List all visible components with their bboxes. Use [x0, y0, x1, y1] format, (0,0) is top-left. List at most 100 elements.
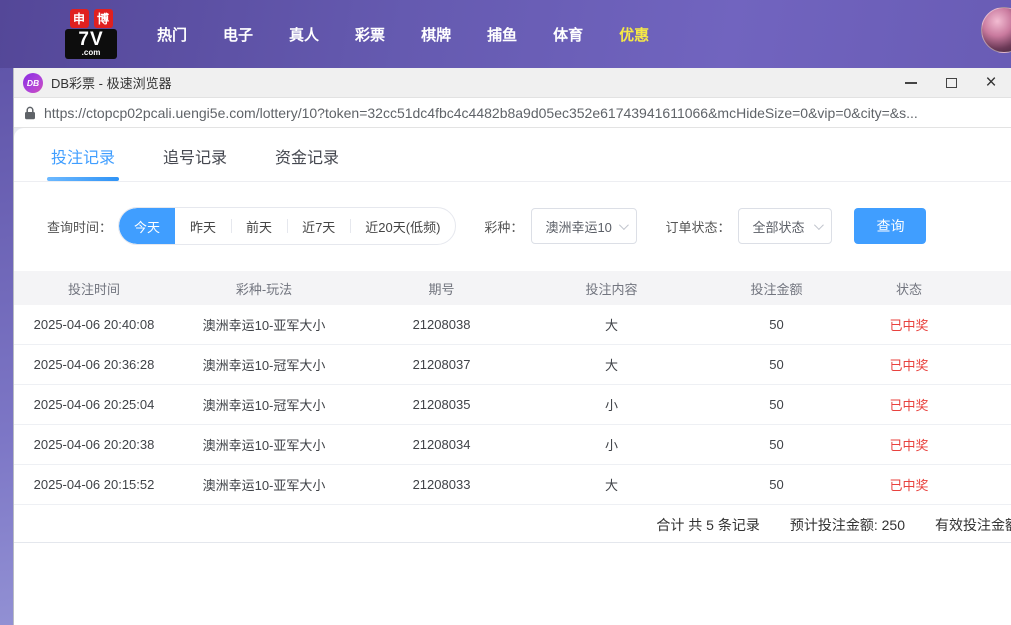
- logo-main-text: 7V: [65, 30, 117, 49]
- close-icon: ×: [985, 73, 996, 92]
- issue-number-cell: 21208035: [354, 397, 529, 412]
- status-cell: 已中奖: [859, 315, 959, 334]
- browser-window: DB DB彩票 - 极速浏览器 × https://ctopcp02pcali.…: [13, 68, 1011, 625]
- game-play-cell: 澳洲幸运10-亚军大小: [174, 435, 354, 454]
- status-cell: 已中奖: [859, 435, 959, 454]
- table-row: 2025-04-06 20:15:52澳洲幸运10-亚军大小21208033大5…: [14, 465, 1011, 505]
- url-text: https://ctopcp02pcali.uengi5e.com/lotter…: [44, 105, 918, 121]
- table-row: 2025-04-06 20:36:28澳洲幸运10-冠军大小21208037大5…: [14, 345, 1011, 385]
- issue-number-cell: 21208033: [354, 477, 529, 492]
- tab-追号记录[interactable]: 追号记录: [163, 144, 227, 181]
- nav-item-棋牌[interactable]: 棋牌: [403, 0, 469, 68]
- record-tabs: 投注记录 追号记录 资金记录: [14, 128, 1011, 182]
- filter-bar: 查询时间： 今天昨天前天近7天近20天(低频) 彩种： 澳洲幸运10 订单状态：…: [47, 207, 1011, 245]
- chevron-down-icon: [619, 220, 629, 230]
- game-play-cell: 澳洲幸运10-冠军大小: [174, 395, 354, 414]
- bet-time-cell: 2025-04-06 20:25:04: [14, 397, 174, 412]
- issue-number-cell: 21208037: [354, 357, 529, 372]
- nav-item-真人[interactable]: 真人: [271, 0, 337, 68]
- nav-item-体育[interactable]: 体育: [535, 0, 601, 68]
- db-app-icon: DB: [23, 73, 43, 93]
- time-option-今天[interactable]: 今天: [119, 208, 175, 244]
- close-button[interactable]: ×: [971, 68, 1011, 97]
- status-cell: 已中奖: [859, 475, 959, 494]
- nav-item-彩票[interactable]: 彩票: [337, 0, 403, 68]
- bet-amount-cell: 50: [694, 477, 859, 492]
- logo-suffix-text: .com: [65, 49, 117, 57]
- nav-item-优惠[interactable]: 优惠: [601, 0, 667, 68]
- time-option-昨天[interactable]: 昨天: [175, 208, 231, 244]
- status-cell: 已中奖: [859, 395, 959, 414]
- nav-item-热门[interactable]: 热门: [139, 0, 205, 68]
- order-status-value: 全部状态: [752, 217, 804, 236]
- lottery-select-value: 澳洲幸运10: [545, 217, 611, 236]
- table-header-row: 投注时间彩种-玩法期号投注内容投注金额状态: [14, 271, 1011, 305]
- column-header-投注时间: 投注时间: [14, 279, 174, 298]
- order-status-select[interactable]: 全部状态: [738, 208, 832, 244]
- table-body: 2025-04-06 20:40:08澳洲幸运10-亚军大小21208038大5…: [14, 305, 1011, 505]
- bet-time-cell: 2025-04-06 20:20:38: [14, 437, 174, 452]
- valid-amount-text: 有效投注金额: [935, 515, 1011, 535]
- game-play-cell: 澳洲幸运10-亚军大小: [174, 315, 354, 334]
- browser-title-bar: DB DB彩票 - 极速浏览器 ×: [14, 68, 1011, 98]
- time-option-近20天(低频)[interactable]: 近20天(低频): [350, 208, 455, 244]
- issue-number-cell: 21208034: [354, 437, 529, 452]
- table-row: 2025-04-06 20:20:38澳洲幸运10-亚军大小21208034小5…: [14, 425, 1011, 465]
- bet-content-cell: 大: [529, 315, 694, 334]
- issue-number-cell: 21208038: [354, 317, 529, 332]
- lottery-records-page: 投注记录 追号记录 资金记录 查询时间： 今天昨天前天近7天近20天(低频) 彩种：…: [14, 128, 1011, 625]
- game-play-cell: 澳洲幸运10-冠军大小: [174, 355, 354, 374]
- time-option-近7天[interactable]: 近7天: [287, 208, 350, 244]
- column-header-期号: 期号: [354, 279, 529, 298]
- estimated-amount-text: 预计投注金额: 250: [790, 515, 905, 535]
- table-row: 2025-04-06 20:25:04澳洲幸运10-冠军大小21208035小5…: [14, 385, 1011, 425]
- page-backdrop: 投注记录 追号记录 资金记录 查询时间： 今天昨天前天近7天近20天(低频) 彩种：…: [14, 128, 1011, 625]
- logo-badge-shen: 申: [70, 9, 89, 28]
- time-range-group: 今天昨天前天近7天近20天(低频): [118, 207, 456, 245]
- lottery-filter-label: 彩种：: [484, 217, 523, 236]
- status-cell: 已中奖: [859, 355, 959, 374]
- column-header-彩种-玩法: 彩种-玩法: [174, 279, 354, 298]
- bet-records-table: 投注时间彩种-玩法期号投注内容投注金额状态 2025-04-06 20:40:0…: [14, 271, 1011, 505]
- search-button[interactable]: 查询: [854, 208, 926, 244]
- summary-bar: 合计 共 5 条记录 预计投注金额: 250 有效投注金额: [14, 505, 1011, 543]
- tab-投注记录[interactable]: 投注记录: [51, 144, 115, 181]
- nav-item-捕鱼[interactable]: 捕鱼: [469, 0, 535, 68]
- order-status-label: 订单状态：: [665, 217, 730, 236]
- column-header-状态: 状态: [859, 279, 959, 298]
- lock-icon: [24, 106, 36, 120]
- tab-资金记录[interactable]: 资金记录: [275, 144, 339, 181]
- bet-amount-cell: 50: [694, 437, 859, 452]
- time-filter-label: 查询时间：: [47, 217, 112, 236]
- bet-content-cell: 大: [529, 355, 694, 374]
- user-avatar[interactable]: [981, 7, 1011, 53]
- bet-amount-cell: 50: [694, 357, 859, 372]
- logo-block: 7V .com: [65, 29, 117, 59]
- column-header-投注内容: 投注内容: [529, 279, 694, 298]
- bet-time-cell: 2025-04-06 20:36:28: [14, 357, 174, 372]
- logo-badge-bo: 博: [94, 9, 113, 28]
- lottery-select[interactable]: 澳洲幸运10: [531, 208, 637, 244]
- window-controls: ×: [891, 68, 1011, 97]
- site-top-bar: 申 博 7V .com 热门电子真人彩票棋牌捕鱼体育优惠: [0, 0, 1011, 68]
- bet-time-cell: 2025-04-06 20:40:08: [14, 317, 174, 332]
- bet-content-cell: 小: [529, 395, 694, 414]
- table-row: 2025-04-06 20:40:08澳洲幸运10-亚军大小21208038大5…: [14, 305, 1011, 345]
- main-nav: 热门电子真人彩票棋牌捕鱼体育优惠: [139, 0, 667, 68]
- game-play-cell: 澳洲幸运10-亚军大小: [174, 475, 354, 494]
- url-bar[interactable]: https://ctopcp02pcali.uengi5e.com/lotter…: [14, 98, 1011, 128]
- bet-amount-cell: 50: [694, 397, 859, 412]
- chevron-down-icon: [814, 220, 824, 230]
- bet-content-cell: 大: [529, 475, 694, 494]
- time-option-前天[interactable]: 前天: [231, 208, 287, 244]
- maximize-icon: [946, 78, 957, 88]
- window-title: DB彩票 - 极速浏览器: [51, 73, 172, 92]
- bet-content-cell: 小: [529, 435, 694, 454]
- site-logo[interactable]: 申 博 7V .com: [65, 9, 117, 59]
- column-header-投注金额: 投注金额: [694, 279, 859, 298]
- maximize-button[interactable]: [931, 68, 971, 97]
- minimize-button[interactable]: [891, 68, 931, 97]
- nav-item-电子[interactable]: 电子: [205, 0, 271, 68]
- total-records-text: 合计 共 5 条记录: [656, 515, 759, 535]
- minimize-icon: [905, 82, 917, 84]
